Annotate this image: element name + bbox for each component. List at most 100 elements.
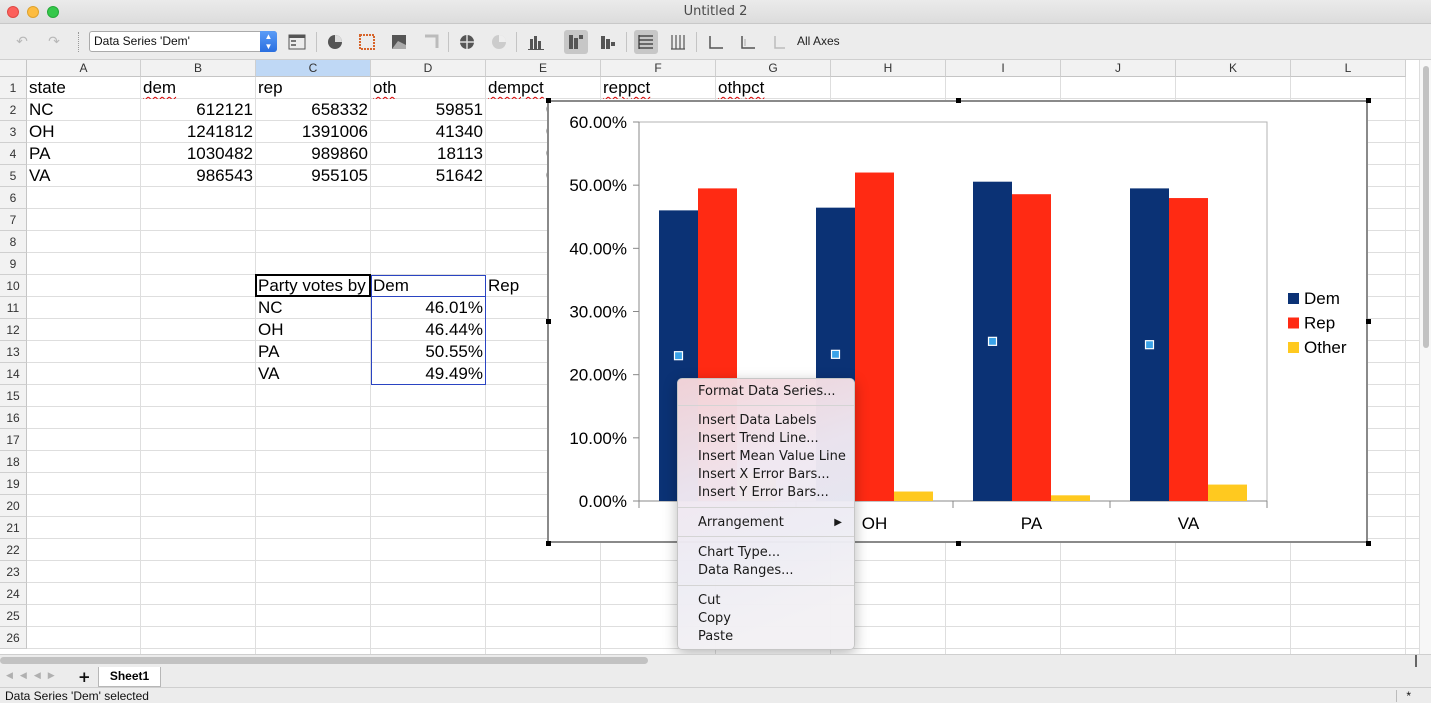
data-cell[interactable]: 1391006 <box>256 121 370 143</box>
resize-handle[interactable] <box>1366 319 1371 324</box>
menu-item-insert-x-error-bars[interactable]: Insert X Error Bars... <box>678 466 854 484</box>
row-header-10[interactable]: 10 <box>0 275 27 297</box>
row-header-18[interactable]: 18 <box>0 451 27 473</box>
row-header-5[interactable]: 5 <box>0 165 27 187</box>
legend-label-other[interactable]: Other <box>1304 338 1347 357</box>
scrollbar-splitter[interactable] <box>1415 655 1417 667</box>
bar-other-pa[interactable] <box>1051 495 1090 501</box>
row-header-12[interactable]: 12 <box>0 319 27 341</box>
row-header-1[interactable]: 1 <box>0 77 27 99</box>
data-cell[interactable]: 1030482 <box>141 143 255 165</box>
resize-handle[interactable] <box>1366 98 1371 103</box>
data-cell[interactable]: 989860 <box>256 143 370 165</box>
y-tick-label[interactable]: 50.00% <box>569 176 627 195</box>
row-header-17[interactable]: 17 <box>0 429 27 451</box>
row-header-19[interactable]: 19 <box>0 473 27 495</box>
x-category-label[interactable]: OH <box>862 514 888 533</box>
y-tick-label[interactable]: 20.00% <box>569 366 627 385</box>
row-header-9[interactable]: 9 <box>0 253 27 275</box>
row-header-26[interactable]: 26 <box>0 627 27 649</box>
row-header-2[interactable]: 2 <box>0 99 27 121</box>
horizontal-scroll-thumb[interactable] <box>0 657 648 664</box>
resize-handle[interactable] <box>546 319 551 324</box>
column-header-b[interactable]: B <box>141 60 256 77</box>
row-header-16[interactable]: 16 <box>0 407 27 429</box>
menu-item-insert-y-error-bars[interactable]: Insert Y Error Bars... <box>678 484 854 502</box>
selection-marker[interactable] <box>1144 340 1155 350</box>
row-header-22[interactable]: 22 <box>0 539 27 561</box>
selection-marker[interactable] <box>673 351 684 361</box>
legend-swatch-rep[interactable] <box>1288 317 1299 329</box>
bar-other-oh[interactable] <box>894 491 933 501</box>
y-axis-icon[interactable] <box>736 30 760 54</box>
data-cell[interactable]: OH <box>27 121 140 143</box>
resize-handle[interactable] <box>956 541 961 546</box>
header-cell[interactable]: dempct <box>486 77 600 99</box>
row-header-20[interactable]: 20 <box>0 495 27 517</box>
pivot-state-cell[interactable]: VA <box>256 363 370 385</box>
all-axes-label[interactable]: All Axes <box>797 34 840 48</box>
row-header-25[interactable]: 25 <box>0 605 27 627</box>
row-header-21[interactable]: 21 <box>0 517 27 539</box>
header-cell[interactable]: reppct <box>601 77 715 99</box>
chart-area-icon[interactable] <box>355 30 379 54</box>
menu-item-cut[interactable]: Cut <box>678 592 854 610</box>
bar-other-va[interactable] <box>1208 484 1247 501</box>
data-cell[interactable]: 1241812 <box>141 121 255 143</box>
column-header-h[interactable]: H <box>831 60 946 77</box>
menu-item-copy[interactable]: Copy <box>678 610 854 628</box>
header-cell[interactable]: rep <box>256 77 370 99</box>
resize-handle[interactable] <box>956 98 961 103</box>
menu-item-format-data-series[interactable]: Format Data Series... <box>678 383 854 401</box>
row-header-15[interactable]: 15 <box>0 385 27 407</box>
menu-item-insert-trend-line[interactable]: Insert Trend Line... <box>678 430 854 448</box>
y-tick-label[interactable]: 0.00% <box>579 492 627 511</box>
row-header-3[interactable]: 3 <box>0 121 27 143</box>
pivot-state-cell[interactable]: NC <box>256 297 370 319</box>
resize-handle[interactable] <box>1366 541 1371 546</box>
data-table-icon[interactable] <box>455 30 479 54</box>
data-cell[interactable]: 59851 <box>371 99 485 121</box>
tab-sheet1[interactable]: Sheet1 <box>98 667 161 687</box>
bar-rep-oh[interactable] <box>855 172 894 501</box>
chart-wall-icon[interactable] <box>387 30 411 54</box>
column-header-a[interactable]: A <box>27 60 141 77</box>
row-header-13[interactable]: 13 <box>0 341 27 363</box>
chart-type-icon[interactable] <box>323 30 347 54</box>
header-cell[interactable]: dem <box>141 77 255 99</box>
data-cell[interactable]: 41340 <box>371 121 485 143</box>
vertical-grids-icon[interactable] <box>666 30 690 54</box>
column-header-j[interactable]: J <box>1061 60 1176 77</box>
vertical-scroll-thumb[interactable] <box>1423 66 1429 348</box>
data-cell[interactable]: VA <box>27 165 140 187</box>
legend-swatch-other[interactable] <box>1288 342 1299 353</box>
column-header-g[interactable]: G <box>716 60 831 77</box>
bar-rep-pa[interactable] <box>1012 194 1051 501</box>
x-category-label[interactable]: VA <box>1178 514 1200 533</box>
y-tick-label[interactable]: 40.00% <box>569 239 627 258</box>
row-header-6[interactable]: 6 <box>0 187 27 209</box>
bar-chart[interactable]: 0.00% 10.00% 20.00% 30.00% 40.00% 50.00% 60.00… <box>549 102 1366 541</box>
data-cell[interactable]: 51642 <box>371 165 485 187</box>
row-header-24[interactable]: 24 <box>0 583 27 605</box>
legend-label-dem[interactable]: Dem <box>1304 289 1340 308</box>
chart-object[interactable]: 0.00% 10.00% 20.00% 30.00% 40.00% 50.00% 60.00… <box>547 100 1368 543</box>
data-cell[interactable]: 18113 <box>371 143 485 165</box>
row-header-14[interactable]: 14 <box>0 363 27 385</box>
legend-position-icon[interactable] <box>596 30 620 54</box>
horizontal-grids-icon[interactable] <box>634 30 658 54</box>
data-cell[interactable]: 955105 <box>256 165 370 187</box>
header-cell[interactable]: state <box>27 77 140 99</box>
data-cell[interactable]: NC <box>27 99 140 121</box>
bar-rep-va[interactable] <box>1169 198 1208 501</box>
menu-item-paste[interactable]: Paste <box>678 628 854 646</box>
y-tick-label[interactable]: 30.00% <box>569 303 627 322</box>
legend-label-rep[interactable]: Rep <box>1304 314 1335 333</box>
header-cell[interactable]: oth <box>371 77 485 99</box>
data-cell[interactable]: 658332 <box>256 99 370 121</box>
column-header-e[interactable]: E <box>486 60 601 77</box>
select-all-corner[interactable] <box>0 60 27 77</box>
menu-item-chart-type[interactable]: Chart Type... <box>678 544 854 562</box>
all-axes-icon[interactable] <box>768 30 792 54</box>
undo-icon[interactable]: ↶ <box>10 30 34 54</box>
